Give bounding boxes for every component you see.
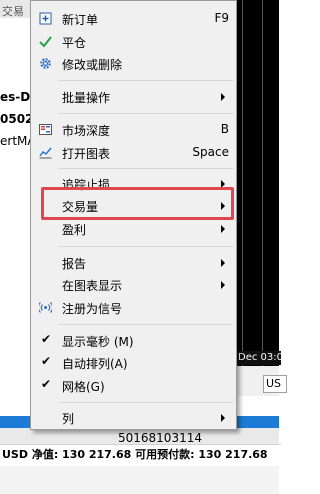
menu-item-label: 盈利: [62, 223, 87, 237]
menu-item-label: 打开图表: [62, 147, 111, 161]
menu-item-label: 市场深度: [62, 124, 111, 138]
submenu-arrow-icon: [221, 281, 225, 289]
submenu-arrow-icon: [221, 93, 225, 101]
background-left-panel: es-De 0502: ertMA: [0, 18, 38, 398]
chart-date-label: Dec 03:00: [236, 351, 281, 365]
menu-item-auto-arrange[interactable]: ✔ 自动排列(A): [32, 352, 235, 374]
menu-item-label: 在图表显示: [62, 279, 123, 293]
menu-separator: [59, 324, 233, 325]
menu-separator: [59, 80, 233, 81]
chart-grid-line: [242, 0, 243, 380]
menu-item-profit[interactable]: 盈利: [32, 218, 235, 240]
menu-separator: [59, 168, 233, 169]
menu-item-report[interactable]: 报告: [32, 252, 235, 274]
signal-icon: [39, 302, 52, 313]
menu-item-label: 新订单: [62, 13, 99, 27]
menu-item-modify-delete[interactable]: 修改或删除: [32, 53, 235, 75]
menu-separator: [59, 402, 233, 403]
menu-separator: [59, 113, 233, 114]
menu-item-label: 自动排列(A): [62, 357, 128, 371]
menu-item-shortcut: Space: [192, 145, 229, 159]
menu-item-label: 批量操作: [62, 91, 111, 105]
menu-item-bulk-operations[interactable]: 批量操作: [32, 86, 235, 108]
menu-item-show-on-chart[interactable]: 在图表显示: [32, 274, 235, 296]
background-tab-strip: 交易: [0, 0, 34, 19]
highlight-annotation-box: [41, 187, 234, 220]
check-icon: [39, 36, 52, 48]
checkmark-icon: ✔: [41, 332, 52, 346]
menu-item-new-order[interactable]: 新订单 F9: [32, 8, 235, 30]
menu-item-close-position[interactable]: 平仓: [32, 31, 235, 53]
background-chart: [236, 0, 279, 380]
submenu-arrow-icon: [221, 259, 225, 267]
menu-item-label: 修改或删除: [62, 58, 123, 72]
menu-item-open-chart[interactable]: 打开图表 Space: [32, 142, 235, 164]
chart-grid-line: [262, 0, 263, 380]
menu-item-shortcut: F9: [214, 11, 229, 25]
gear-icon: [40, 58, 51, 69]
menu-item-label: 平仓: [62, 36, 87, 50]
menu-item-columns[interactable]: 列: [32, 407, 235, 429]
chart-icon: [39, 147, 52, 159]
menu-item-label: 显示毫秒 (M): [62, 335, 134, 349]
checkmark-icon: ✔: [41, 377, 52, 391]
table-cell: 50168103114: [118, 431, 202, 445]
account-status-bar: USD 净值: 130 217.68 可用预付款: 130 217.68: [0, 444, 281, 465]
menu-item-label: 网格(G): [62, 380, 105, 394]
menu-item-market-depth[interactable]: 市场深度 B: [32, 119, 235, 141]
menu-item-shortcut: B: [220, 122, 229, 136]
market-depth-icon: [39, 124, 52, 135]
menu-separator: [59, 246, 233, 247]
menu-item-label: 注册为信号: [62, 302, 123, 316]
menu-item-label: 报告: [62, 257, 87, 271]
background-tab-label[interactable]: 交易: [2, 3, 24, 19]
chart-tab[interactable]: US: [263, 375, 287, 393]
menu-item-register-signal[interactable]: 注册为信号: [32, 297, 235, 319]
background-bottom: [0, 466, 279, 494]
menu-item-grid[interactable]: ✔ 网格(G): [32, 375, 235, 397]
submenu-arrow-icon: [221, 414, 225, 422]
checkmark-icon: ✔: [41, 354, 52, 368]
menu-item-label: 列: [62, 412, 75, 426]
submenu-arrow-icon: [221, 225, 225, 233]
new-order-icon: [39, 12, 52, 25]
menu-item-show-milliseconds[interactable]: ✔ 显示毫秒 (M): [32, 330, 235, 352]
